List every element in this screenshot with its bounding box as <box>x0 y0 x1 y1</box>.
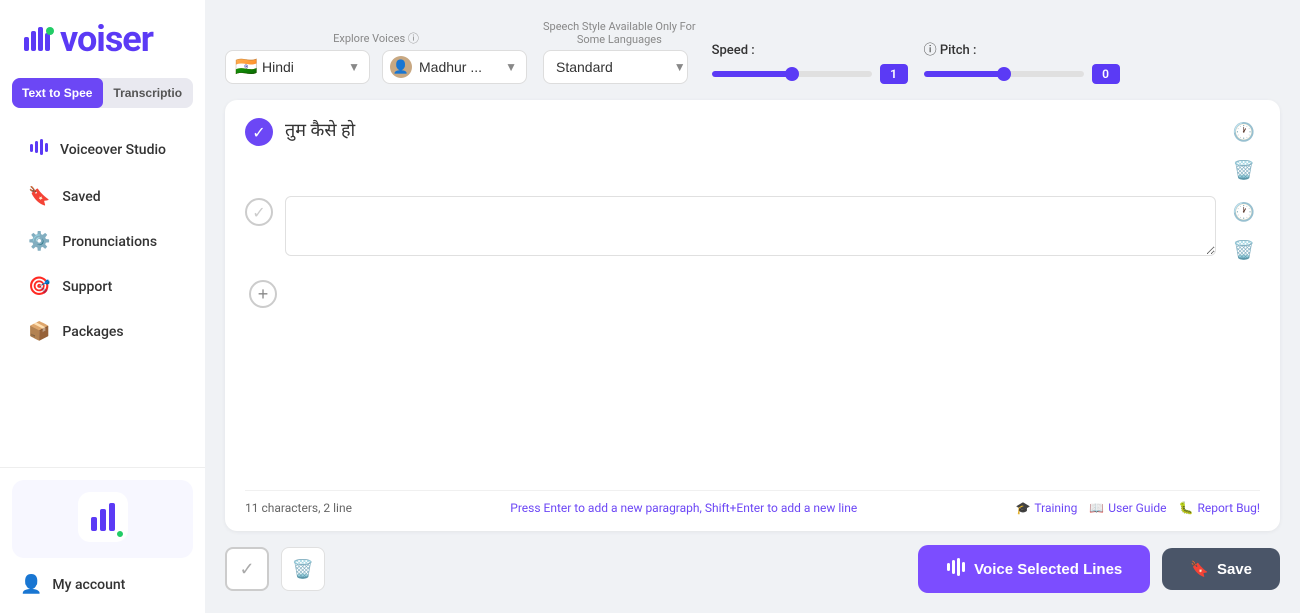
pitch-slider-row: 0 <box>924 64 1120 84</box>
logo-area: voiser <box>0 0 205 70</box>
pronunciations-icon: ⚙️ <box>28 231 50 252</box>
top-controls: Explore Voices ⓘ 🇮🇳 Hindi English Spanis… <box>225 20 1280 84</box>
line-delete-btn-1[interactable]: 🗑️ <box>1228 154 1260 186</box>
tab-row: Text to Spee Transcriptio <box>12 78 193 108</box>
footer-links: 🎓 Training 📖 User Guide 🐛 Report Bug! <box>1015 501 1260 515</box>
sidebar-item-voiceover[interactable]: Voiceover Studio <box>8 126 197 173</box>
sidebar-item-saved-label: Saved <box>62 189 100 205</box>
logo: voiser <box>20 18 185 60</box>
add-line-button[interactable]: + <box>249 280 277 308</box>
check-all-button[interactable]: ✓ <box>225 547 269 591</box>
sidebar-bottom: 👤 My account <box>0 467 205 613</box>
save-btn-label: Save <box>1217 561 1252 578</box>
char-count: 11 characters, 2 line <box>245 501 352 515</box>
action-bar: ✓ 🗑️ Voice Selected Lines 🔖 Save <box>225 545 1280 593</box>
bar2 <box>100 509 106 531</box>
saved-icon: 🔖 <box>28 186 50 207</box>
sidebar-item-pronunciations-label: Pronunciations <box>62 234 157 250</box>
line-textarea-2[interactable] <box>285 196 1216 256</box>
sidebar-item-voiceover-label: Voiceover Studio <box>60 142 166 158</box>
voice-btn-label: Voice Selected Lines <box>974 561 1122 578</box>
save-btn-icon: 🔖 <box>1190 560 1209 578</box>
training-icon: 🎓 <box>1015 501 1030 515</box>
language-select-wrapper: 🇮🇳 Hindi English Spanish ▼ <box>225 50 370 84</box>
logo-icon <box>20 18 58 60</box>
style-select-wrapper: Standard Conversational News ▼ <box>543 50 696 84</box>
speed-slider[interactable] <box>712 71 872 77</box>
line-history-btn-1[interactable]: 🕐 <box>1228 116 1260 148</box>
sidebar-item-saved[interactable]: 🔖 Saved <box>8 175 197 218</box>
my-account-label: My account <box>52 577 125 593</box>
report-bug-link[interactable]: 🐛 Report Bug! <box>1179 501 1260 515</box>
language-select[interactable]: Hindi English Spanish <box>225 50 370 84</box>
line-history-btn-2[interactable]: 🕐 <box>1228 196 1260 228</box>
packages-icon: 📦 <box>28 321 50 342</box>
voice-select-wrapper: 👤 Madhur ... Ananya Rahul ▼ <box>382 50 527 84</box>
speed-value: 1 <box>880 64 908 84</box>
hint-text: Press Enter to add a new paragraph, Shif… <box>510 501 857 515</box>
save-button[interactable]: 🔖 Save <box>1162 548 1280 590</box>
line-actions-2: 🕐 🗑️ <box>1228 196 1260 266</box>
speed-label: Speed : <box>712 43 908 58</box>
sidebar: voiser Text to Spee Transcriptio Voiceov… <box>0 0 205 613</box>
explore-voices-label: Explore Voices ⓘ <box>225 30 527 46</box>
pitch-group: ⓘ Pitch : 0 <box>924 39 1120 84</box>
line-row-2: ✓ 🕐 🗑️ <box>245 196 1260 266</box>
tab-transcription[interactable]: Transcriptio <box>103 78 194 108</box>
voiceover-icon <box>28 137 48 162</box>
pitch-label: ⓘ Pitch : <box>924 39 1120 58</box>
line-text-1: तुम कैसे हो <box>285 116 1216 142</box>
report-bug-icon: 🐛 <box>1179 501 1194 515</box>
user-guide-icon: 📖 <box>1089 501 1104 515</box>
my-account-row[interactable]: 👤 My account <box>12 568 193 601</box>
speech-style-label: Speech Style Available Only For Some Lan… <box>543 20 696 46</box>
sidebar-item-pronunciations[interactable]: ⚙️ Pronunciations <box>8 220 197 263</box>
add-line-area: + <box>249 276 1260 308</box>
training-link[interactable]: 🎓 Training <box>1015 501 1077 515</box>
sidebar-item-packages[interactable]: 📦 Packages <box>8 310 197 353</box>
user-card <box>12 480 193 558</box>
sidebar-item-packages-label: Packages <box>62 324 123 340</box>
line-delete-btn-2[interactable]: 🗑️ <box>1228 234 1260 266</box>
speed-slider-row: 1 <box>712 64 908 84</box>
logo-text: voiser <box>60 18 153 60</box>
line-row-1: ✓ तुम कैसे हो 🕐 🗑️ <box>245 116 1260 186</box>
editor-footer: 11 characters, 2 line Press Enter to add… <box>245 490 1260 515</box>
delete-all-button[interactable]: 🗑️ <box>281 547 325 591</box>
editor-card: ✓ तुम कैसे हो 🕐 🗑️ ✓ 🕐 🗑️ + 11 character… <box>225 100 1280 531</box>
tab-tts[interactable]: Text to Spee <box>12 78 103 108</box>
explore-voices-group: Explore Voices ⓘ 🇮🇳 Hindi English Spanis… <box>225 30 527 84</box>
pitch-slider[interactable] <box>924 71 1084 77</box>
avatar <box>78 492 128 542</box>
speed-group: Speed : 1 <box>712 43 908 84</box>
voice-selected-lines-button[interactable]: Voice Selected Lines <box>918 545 1150 593</box>
spacer-area <box>245 308 1260 482</box>
nav-items: Voiceover Studio 🔖 Saved ⚙️ Pronunciatio… <box>0 120 205 467</box>
bar3 <box>109 503 115 531</box>
line-check-1[interactable]: ✓ <box>245 118 273 146</box>
support-icon: 🎯 <box>28 276 50 297</box>
avatar-bars <box>91 503 115 531</box>
sidebar-item-support[interactable]: 🎯 Support <box>8 265 197 308</box>
sidebar-item-support-label: Support <box>62 279 112 295</box>
pitch-value: 0 <box>1092 64 1120 84</box>
style-select[interactable]: Standard Conversational News <box>543 50 688 84</box>
style-group: Speech Style Available Only For Some Lan… <box>543 20 696 84</box>
online-indicator <box>115 529 125 539</box>
account-icon: 👤 <box>20 574 42 595</box>
voice-select[interactable]: Madhur ... Ananya Rahul <box>382 50 527 84</box>
line-actions-1: 🕐 🗑️ <box>1228 116 1260 186</box>
main-content: Explore Voices ⓘ 🇮🇳 Hindi English Spanis… <box>205 0 1300 613</box>
user-guide-link[interactable]: 📖 User Guide <box>1089 501 1166 515</box>
line-check-2[interactable]: ✓ <box>245 198 273 226</box>
bar1 <box>91 517 97 531</box>
voice-btn-icon <box>946 557 966 581</box>
